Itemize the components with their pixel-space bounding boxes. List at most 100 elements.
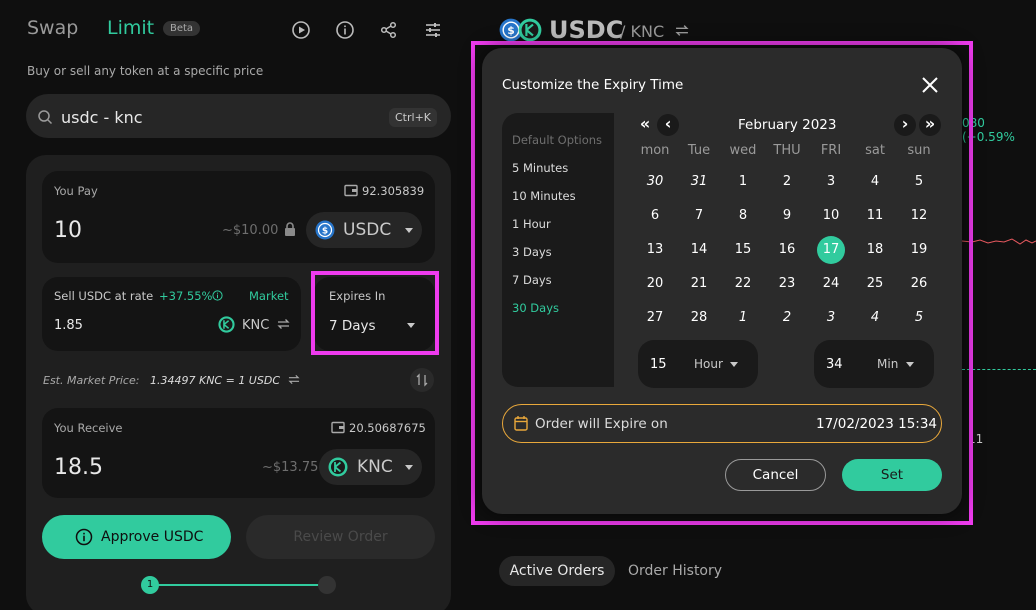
calendar-day[interactable]: 7 (677, 203, 721, 229)
calendar-day-selected[interactable]: 17 (809, 237, 853, 263)
option-3-days[interactable]: 3 Days (512, 245, 552, 259)
chevron-down-icon (906, 362, 914, 367)
calendar-day[interactable]: 30 (633, 169, 677, 195)
calendar-day[interactable]: 8 (721, 203, 765, 229)
svg-text:$: $ (507, 24, 515, 37)
chevron-down-icon (407, 323, 415, 328)
cancel-button[interactable]: Cancel (725, 459, 826, 491)
rate-input[interactable]: 1.85 (54, 318, 83, 333)
tab-active-orders[interactable]: Active Orders (499, 556, 615, 586)
pay-amount-input[interactable]: 10 (54, 218, 82, 243)
prev-year-button[interactable]: « (634, 114, 656, 136)
tab-order-history[interactable]: Order History (628, 563, 722, 579)
expire-label: Order will Expire on (535, 416, 668, 432)
calendar-day[interactable]: 18 (853, 237, 897, 263)
calendar-day[interactable]: 21 (677, 271, 721, 297)
tab-limit[interactable]: Limit (107, 17, 154, 39)
calendar-day[interactable]: 10 (809, 203, 853, 229)
wallet-icon (344, 184, 358, 197)
search-input[interactable]: usdc - knc (61, 108, 143, 127)
calendar-day[interactable]: 28 (677, 305, 721, 331)
weekday-header: THU (773, 143, 801, 158)
calendar-day[interactable]: 31 (677, 169, 721, 195)
option-30-days[interactable]: 30 Days (512, 301, 559, 315)
hour-value: 15 (650, 357, 667, 372)
option-7-days[interactable]: 7 Days (512, 273, 552, 287)
step-1-indicator: 1 (141, 576, 159, 594)
pay-balance[interactable]: 92.305839 (362, 184, 424, 198)
calendar-day[interactable]: 19 (897, 237, 941, 263)
calendar-icon (514, 416, 528, 431)
calendar-day[interactable]: 2 (765, 305, 809, 331)
next-year-button[interactable]: » (919, 114, 941, 136)
default-options-heading: Default Options (512, 133, 603, 147)
highlight-frame-expires (311, 271, 439, 355)
calendar-day[interactable]: 11 (853, 203, 897, 229)
calendar-day[interactable]: 3 (809, 169, 853, 195)
page-subtitle: Buy or sell any token at a specific pric… (27, 64, 264, 78)
price-change-peek: 080 (+0.59% (962, 116, 1015, 144)
beta-badge: Beta (163, 21, 201, 36)
close-icon[interactable] (920, 75, 940, 95)
you-receive-label: You Receive (54, 421, 123, 435)
calendar-day[interactable]: 1 (721, 169, 765, 195)
calendar-day[interactable]: 25 (853, 271, 897, 297)
modal-title: Customize the Expiry Time (502, 77, 684, 93)
hour-unit: Hour (694, 357, 723, 371)
rate-label: Sell USDC at rate (54, 289, 154, 303)
calendar-day[interactable]: 13 (633, 237, 677, 263)
option-10-minutes[interactable]: 10 Minutes (512, 189, 576, 203)
market-price-prefix: Est. Market Price: (43, 374, 140, 387)
rate-change: +37.55% (159, 289, 213, 303)
calendar-day[interactable]: 1 (721, 305, 765, 331)
you-pay-label: You Pay (54, 184, 98, 198)
info-icon[interactable] (212, 290, 223, 301)
calendar-day[interactable]: 26 (897, 271, 941, 297)
step-2-indicator (318, 576, 336, 594)
expires-label: Expires In (329, 289, 386, 303)
swap-pair-icon[interactable] (675, 24, 689, 37)
play-icon[interactable] (291, 20, 311, 40)
option-1-hour[interactable]: 1 Hour (512, 217, 551, 231)
info-icon[interactable] (335, 20, 355, 40)
calendar-day[interactable]: 12 (897, 203, 941, 229)
calendar-day[interactable]: 27 (633, 305, 677, 331)
swap-rate-icon[interactable] (277, 318, 290, 330)
minute-unit: Min (877, 357, 899, 371)
weekday-header: sun (907, 143, 931, 158)
calendar-day[interactable]: 9 (765, 203, 809, 229)
calendar-day[interactable]: 22 (721, 271, 765, 297)
calendar-day[interactable]: 4 (853, 169, 897, 195)
option-5-minutes[interactable]: 5 Minutes (512, 161, 568, 175)
weekday-header: FRI (820, 143, 842, 158)
share-icon[interactable] (379, 20, 399, 40)
calendar-day[interactable]: 14 (677, 237, 721, 263)
calendar-day[interactable]: 4 (853, 305, 897, 331)
settings-sliders-icon[interactable] (423, 20, 443, 40)
tab-swap[interactable]: Swap (27, 17, 78, 39)
receive-amount[interactable]: 18.5 (54, 455, 103, 480)
market-rate-link[interactable]: Market (249, 289, 289, 303)
calendar-day[interactable]: 5 (897, 169, 941, 195)
expires-select[interactable]: 7 Days (329, 318, 376, 334)
receive-balance[interactable]: 20.50687675 (349, 421, 426, 435)
next-month-button[interactable]: › (894, 114, 916, 136)
calendar-day[interactable]: 2 (765, 169, 809, 195)
calendar-day[interactable]: 15 (721, 237, 765, 263)
calendar-day[interactable]: 16 (765, 237, 809, 263)
pair-quote-title: / KNC (620, 22, 665, 41)
weekday-header: Tue (687, 143, 711, 158)
chart-peek (961, 234, 1036, 248)
calendar-day[interactable]: 6 (633, 203, 677, 229)
swap-rate-icon[interactable] (288, 374, 300, 385)
calendar-day[interactable]: 3 (809, 305, 853, 331)
prev-month-button[interactable]: ‹ (657, 114, 679, 136)
review-order-button[interactable]: Review Order (246, 515, 435, 559)
calendar-day[interactable]: 20 (633, 271, 677, 297)
set-button[interactable]: Set (842, 459, 942, 491)
calendar-day[interactable]: 23 (765, 271, 809, 297)
calendar-day[interactable]: 24 (809, 271, 853, 297)
weekday-header: wed (729, 143, 757, 158)
progress-line (150, 584, 328, 586)
calendar-day[interactable]: 5 (897, 305, 941, 331)
